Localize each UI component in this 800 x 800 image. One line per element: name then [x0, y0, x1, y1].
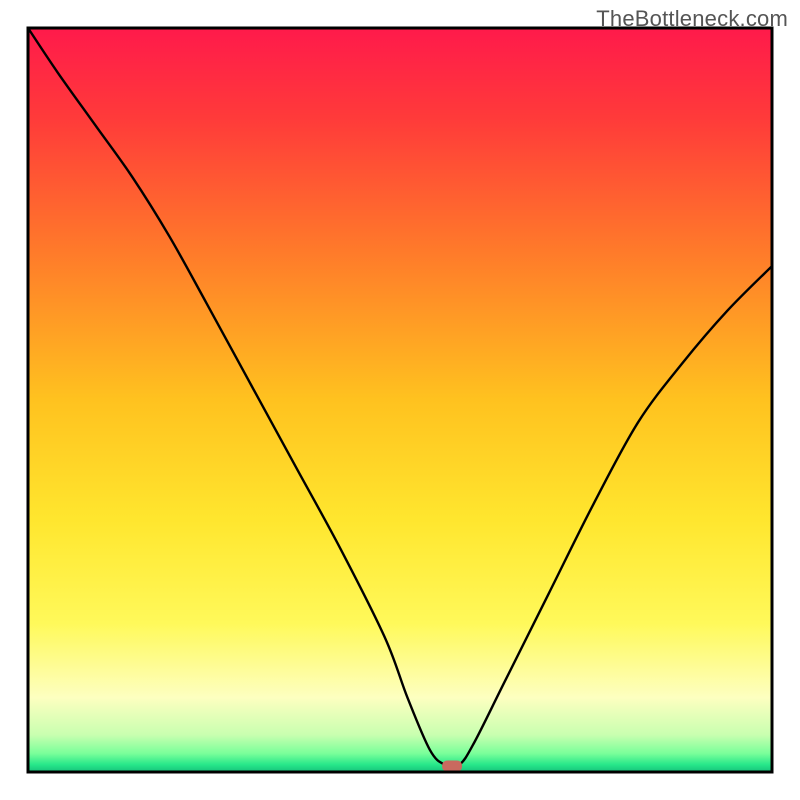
chart-container: TheBottleneck.com	[0, 0, 800, 800]
plot-background	[28, 28, 772, 772]
optimal-marker	[442, 761, 462, 772]
bottleneck-chart	[0, 0, 800, 800]
watermark-text: TheBottleneck.com	[596, 6, 788, 32]
